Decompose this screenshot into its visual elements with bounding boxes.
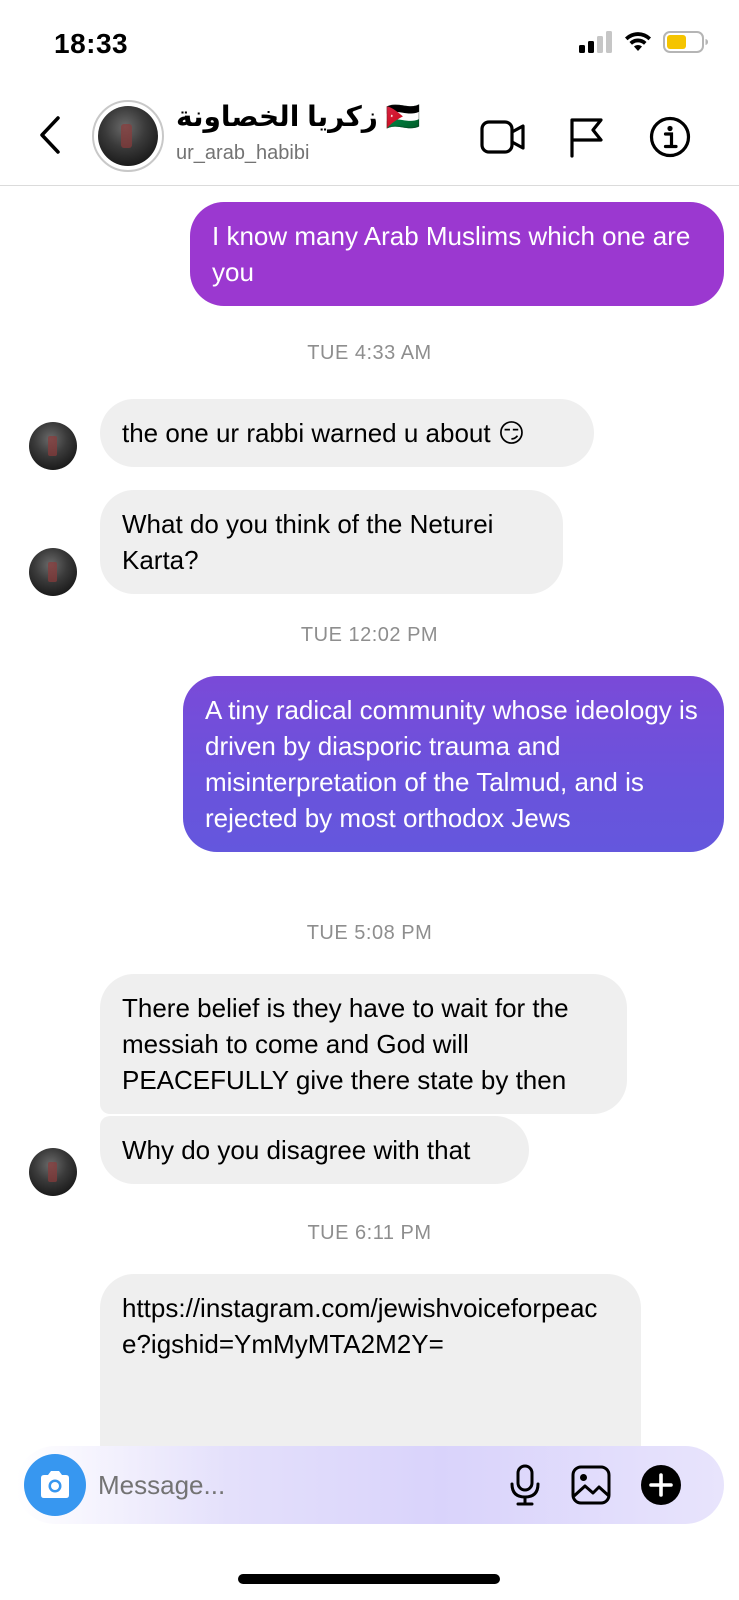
camera-button[interactable] xyxy=(24,1454,86,1516)
timestamp: TUE 5:08 PM xyxy=(306,922,433,944)
message-bubble-theirs[interactable]: Why do you disagree with that xyxy=(100,1116,529,1184)
status-bar: 18:33 xyxy=(0,0,739,90)
contact-handle[interactable]: ur_arab_habibi xyxy=(176,142,309,165)
gallery-button[interactable] xyxy=(566,1460,616,1510)
info-button[interactable] xyxy=(645,112,695,162)
message-bubble-theirs[interactable]: the one ur rabbi warned u about 😏 xyxy=(100,399,594,467)
flag-icon xyxy=(570,118,603,158)
message-bubble-theirs[interactable]: What do you think of the Neturei Karta? xyxy=(100,490,563,594)
battery-icon xyxy=(663,31,708,53)
sender-avatar[interactable] xyxy=(29,548,77,596)
timestamp: TUE 4:33 AM xyxy=(307,342,432,364)
sender-avatar[interactable] xyxy=(29,1148,77,1196)
timestamp: TUE 6:11 PM xyxy=(307,1222,432,1244)
message-composer xyxy=(16,1446,724,1524)
wifi-icon xyxy=(625,32,651,51)
gallery-icon xyxy=(571,1465,611,1505)
home-indicator[interactable] xyxy=(238,1574,500,1584)
chat-header: زكريا الخصاونة 🇯🇴 ur_arab_habibi xyxy=(0,90,739,186)
report-flag-button[interactable] xyxy=(562,112,612,162)
avatar xyxy=(98,106,158,166)
camera-icon xyxy=(41,1471,69,1498)
message-thread[interactable]: I know many Arab Muslims which one are y… xyxy=(0,186,739,1446)
video-call-icon xyxy=(480,120,525,154)
status-time: 18:33 xyxy=(54,28,129,59)
message-input[interactable] xyxy=(98,1460,478,1510)
plus-circle-icon xyxy=(641,1465,681,1505)
more-options-button[interactable] xyxy=(636,1460,686,1510)
signal-icon xyxy=(579,31,612,53)
link-message-bubble[interactable]: https://instagram.com/jewishvoiceforpeac… xyxy=(100,1274,641,1446)
message-bubble-mine[interactable]: A tiny radical community whose ideology … xyxy=(183,676,724,852)
status-icons xyxy=(579,30,709,54)
sender-avatar[interactable] xyxy=(29,422,77,470)
voice-message-button[interactable] xyxy=(500,1460,550,1510)
profile-avatar-ring[interactable] xyxy=(92,100,164,172)
microphone-icon xyxy=(510,1464,540,1506)
message-bubble-mine[interactable]: I know many Arab Muslims which one are y… xyxy=(190,202,724,306)
timestamp: TUE 12:02 PM xyxy=(300,624,439,646)
video-call-button[interactable] xyxy=(478,112,528,162)
back-button[interactable] xyxy=(30,110,70,160)
back-chevron-icon xyxy=(40,116,60,154)
info-icon xyxy=(649,116,691,158)
message-bubble-theirs[interactable]: There belief is they have to wait for th… xyxy=(100,974,627,1114)
contact-name[interactable]: زكريا الخصاونة 🇯🇴 xyxy=(176,100,421,133)
